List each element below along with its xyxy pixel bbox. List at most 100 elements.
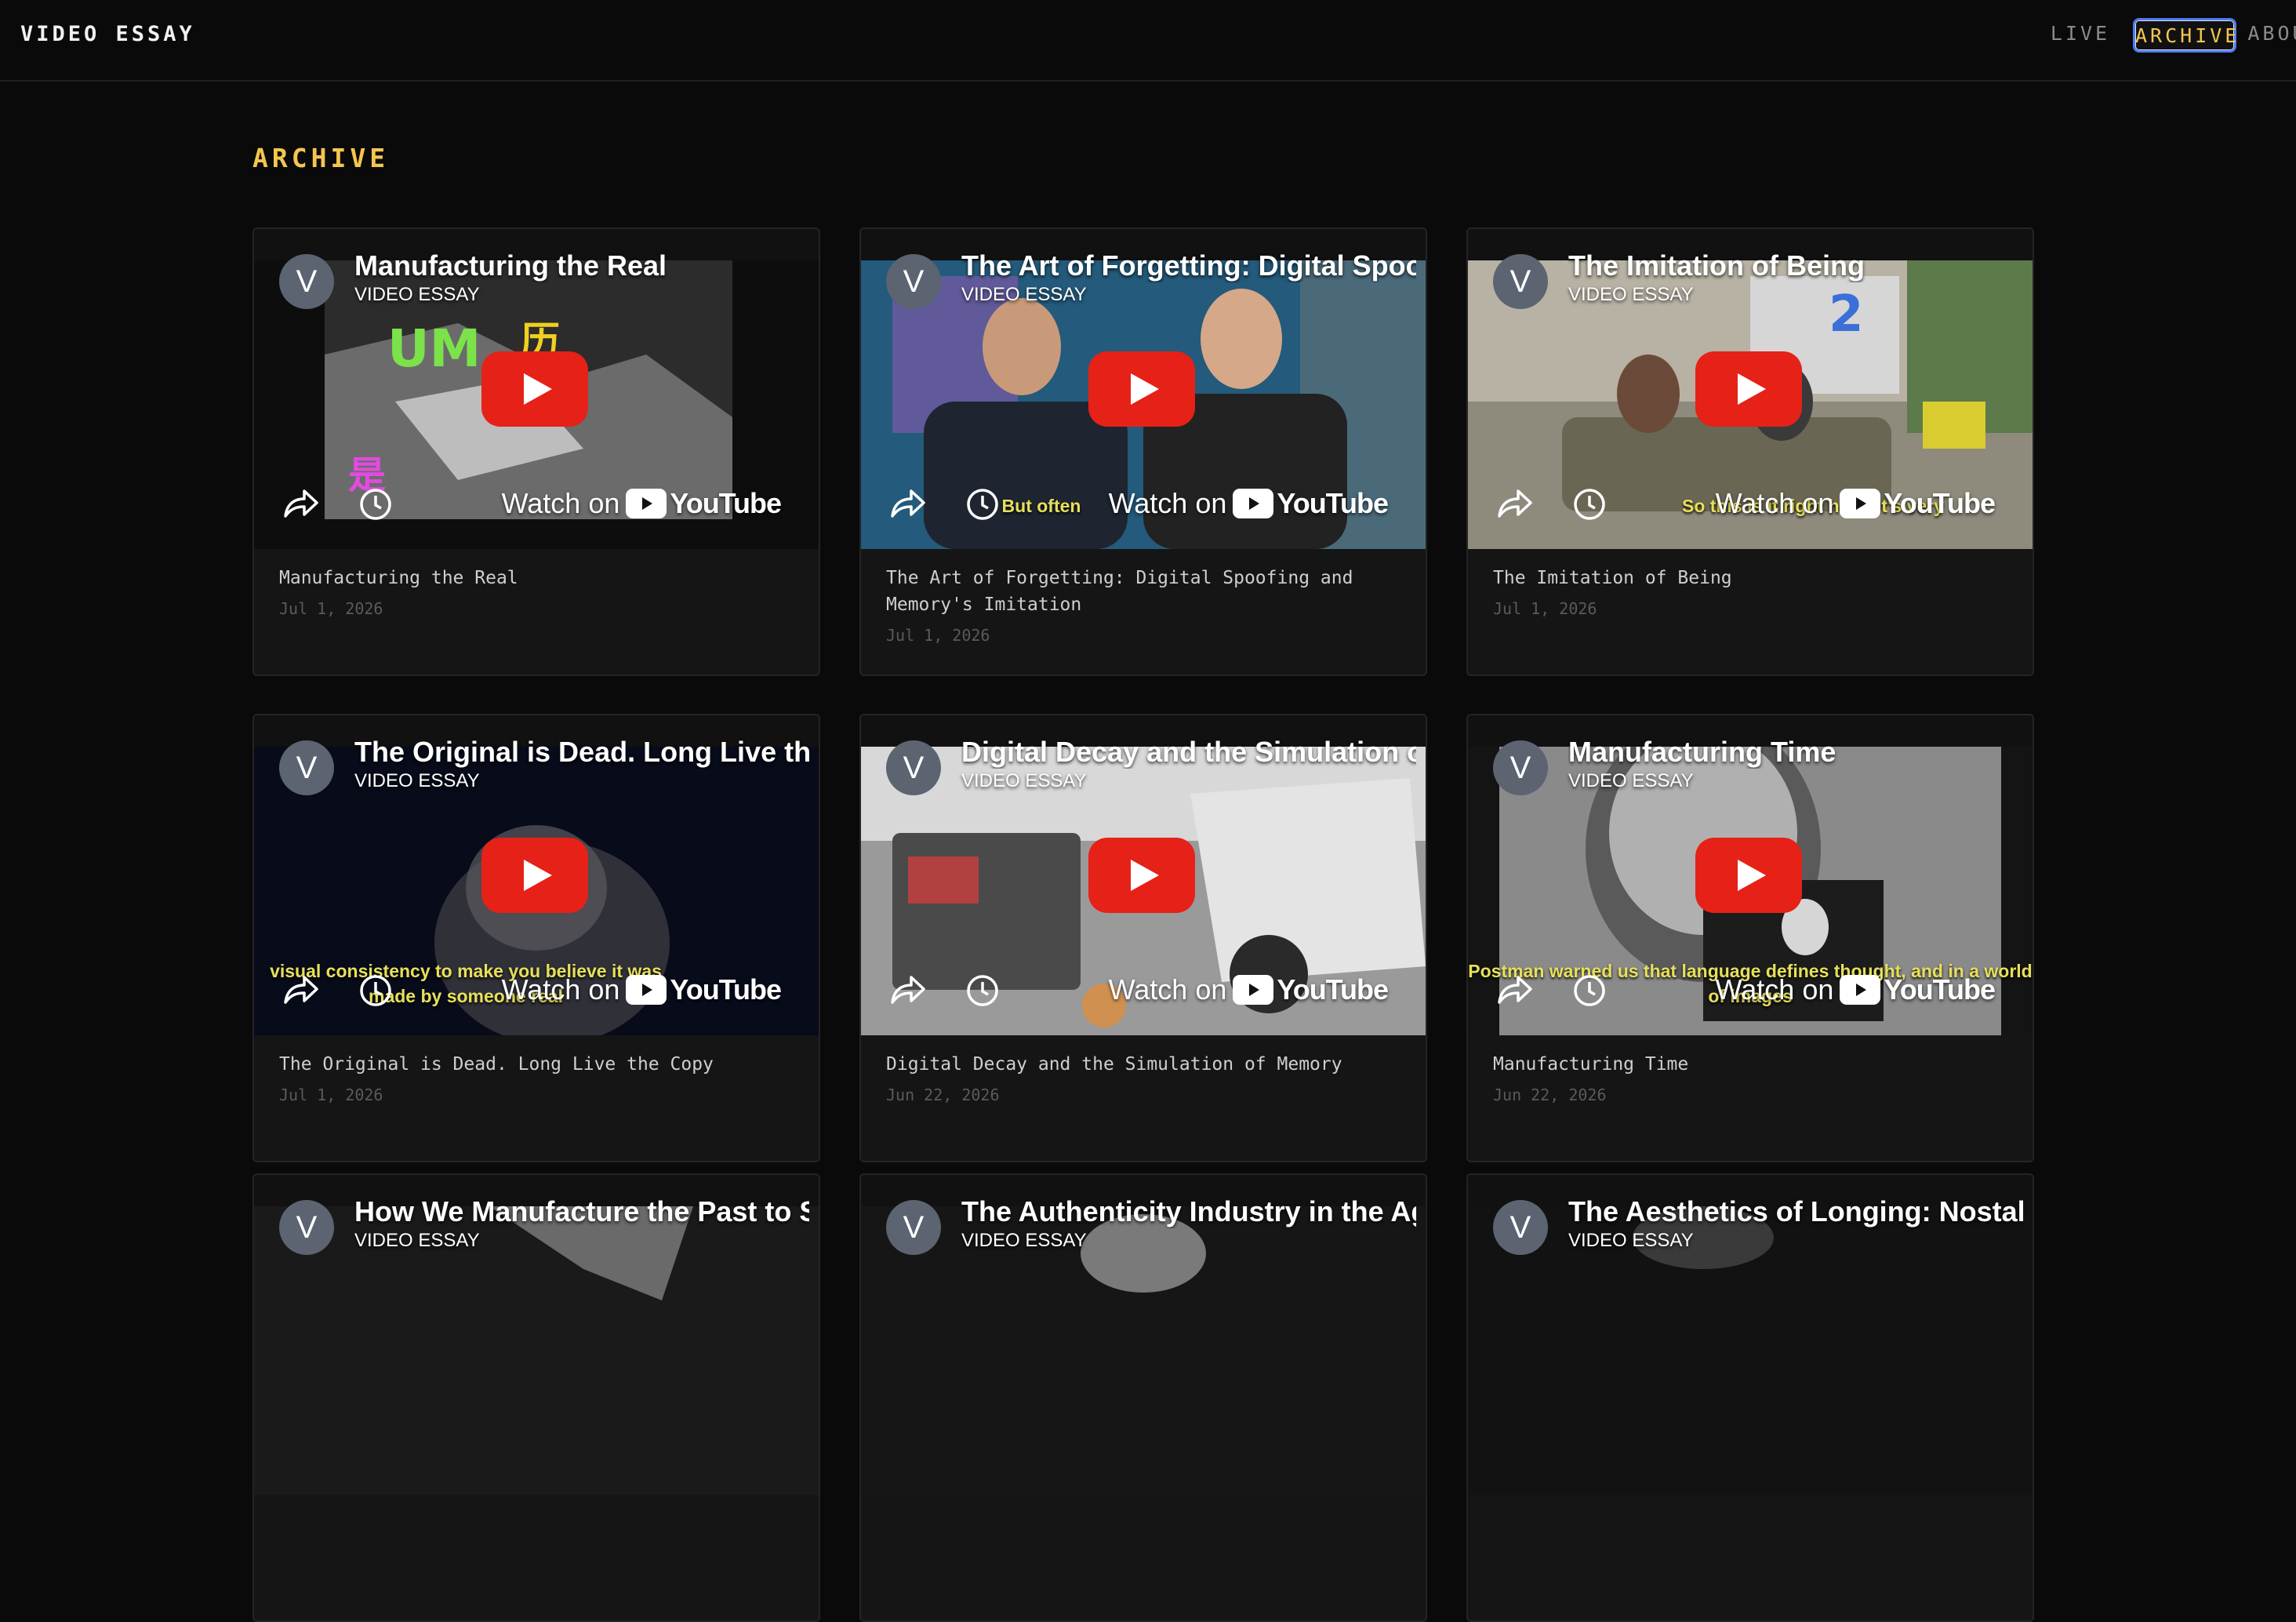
- card-body: The Art of Forgetting: Digital Spoofing …: [886, 565, 1404, 645]
- youtube-logo: YouTube: [1233, 973, 1389, 1006]
- card-title[interactable]: Manufacturing Time: [1493, 1051, 2011, 1078]
- channel-avatar[interactable]: V: [886, 740, 941, 795]
- play-icon[interactable]: [481, 351, 588, 427]
- youtube-icon: [1233, 489, 1274, 518]
- card-body: Manufacturing the Real Jul 1, 2026: [279, 565, 797, 618]
- channel-name[interactable]: VIDEO ESSAY: [1568, 770, 1694, 792]
- video-embed[interactable]: V The Authenticity Industry in the Age V…: [861, 1175, 1426, 1495]
- youtube-logo: YouTube: [626, 487, 782, 520]
- video-embed[interactable]: visual consistency to make you believe i…: [254, 715, 819, 1035]
- play-icon[interactable]: [1695, 838, 1802, 913]
- video-title[interactable]: Manufacturing Time: [1568, 736, 2023, 769]
- card-date: Jul 1, 2026: [279, 1086, 383, 1104]
- channel-name[interactable]: VIDEO ESSAY: [354, 770, 480, 792]
- watch-on-youtube-link[interactable]: Watch on YouTube: [1109, 485, 1389, 522]
- video-embed[interactable]: 2 So this is it right here, it's very V …: [1468, 229, 2033, 549]
- video-embed[interactable]: V The Aesthetics of Longing: Nostalg VID…: [1468, 1175, 2033, 1495]
- video-card[interactable]: V How We Manufacture the Past to S VIDEO…: [252, 1173, 820, 1622]
- card-date: Jul 1, 2026: [886, 626, 990, 645]
- video-card[interactable]: 2 So this is it right here, it's very V …: [1466, 227, 2034, 676]
- video-card[interactable]: UM 历 伪 是 V Manufacturing the Real VIDEO …: [252, 227, 820, 676]
- video-title[interactable]: The Original is Dead. Long Live the: [354, 736, 809, 769]
- share-icon[interactable]: [282, 974, 318, 1006]
- video-embed[interactable]: V Digital Decay and the Simulation of VI…: [861, 715, 1426, 1035]
- watch-later-icon[interactable]: [359, 974, 392, 1007]
- channel-avatar[interactable]: V: [1493, 254, 1548, 309]
- play-icon[interactable]: [1088, 351, 1195, 427]
- share-icon[interactable]: [1496, 974, 1532, 1006]
- share-icon[interactable]: [1496, 488, 1532, 519]
- watch-on-youtube-link[interactable]: Watch on YouTube: [501, 971, 782, 1009]
- card-date: Jun 22, 2026: [886, 1086, 1000, 1104]
- watch-on-label: Watch on: [501, 973, 620, 1006]
- channel-avatar[interactable]: V: [886, 254, 941, 309]
- channel-avatar[interactable]: V: [279, 1200, 334, 1255]
- watch-on-youtube-link[interactable]: Watch on YouTube: [1716, 971, 1996, 1009]
- video-title[interactable]: The Aesthetics of Longing: Nostalg: [1568, 1195, 2023, 1228]
- channel-name[interactable]: VIDEO ESSAY: [961, 1230, 1087, 1252]
- video-title[interactable]: How We Manufacture the Past to S: [354, 1195, 809, 1228]
- video-title[interactable]: The Authenticity Industry in the Age: [961, 1195, 1416, 1228]
- youtube-logo: YouTube: [1233, 487, 1389, 520]
- channel-name[interactable]: VIDEO ESSAY: [1568, 284, 1694, 306]
- video-title[interactable]: The Imitation of Being: [1568, 249, 2023, 282]
- channel-name[interactable]: VIDEO ESSAY: [354, 284, 480, 306]
- video-card[interactable]: V The Aesthetics of Longing: Nostalg VID…: [1466, 1173, 2034, 1622]
- share-icon[interactable]: [889, 488, 925, 519]
- youtube-logo: YouTube: [1840, 973, 1996, 1006]
- watch-on-youtube-link[interactable]: Watch on YouTube: [1109, 971, 1389, 1009]
- channel-name[interactable]: VIDEO ESSAY: [961, 770, 1087, 792]
- channel-avatar[interactable]: V: [886, 1200, 941, 1255]
- youtube-wordmark: YouTube: [670, 973, 782, 1006]
- watch-on-youtube-link[interactable]: Watch on YouTube: [1715, 485, 1996, 522]
- channel-avatar[interactable]: V: [1493, 740, 1548, 795]
- play-icon[interactable]: [1695, 351, 1802, 427]
- card-title[interactable]: The Original is Dead. Long Live the Copy: [279, 1051, 797, 1078]
- channel-avatar[interactable]: V: [279, 740, 334, 795]
- site-brand[interactable]: VIDEO ESSAY: [20, 20, 195, 49]
- card-title[interactable]: The Art of Forgetting: Digital Spoofing …: [886, 565, 1404, 618]
- card-title[interactable]: Digital Decay and the Simulation of Memo…: [886, 1051, 1404, 1078]
- watch-later-icon[interactable]: [359, 488, 392, 521]
- watch-later-icon[interactable]: [1573, 974, 1606, 1007]
- watch-on-youtube-link[interactable]: Watch on YouTube: [502, 485, 782, 522]
- play-icon[interactable]: [1088, 838, 1195, 913]
- youtube-icon: [626, 975, 667, 1005]
- watch-later-icon[interactable]: [966, 488, 999, 521]
- channel-name[interactable]: VIDEO ESSAY: [961, 284, 1087, 306]
- video-card[interactable]: But often V The Art of Forgetting: Digit…: [859, 227, 1427, 676]
- video-embed[interactable]: But often V The Art of Forgetting: Digit…: [861, 229, 1426, 549]
- video-embed[interactable]: UM 历 伪 是 V Manufacturing the Real VIDEO …: [254, 229, 819, 549]
- watch-later-icon[interactable]: [1573, 488, 1606, 521]
- nav-archive[interactable]: ARCHIVE: [2133, 18, 2236, 53]
- nav-about[interactable]: ABOUT: [2238, 18, 2296, 53]
- watch-on-label: Watch on: [1715, 487, 1834, 519]
- svg-text:UM: UM: [387, 318, 481, 379]
- play-icon[interactable]: [481, 838, 588, 913]
- card-title[interactable]: Manufacturing the Real: [279, 565, 797, 591]
- channel-avatar[interactable]: V: [279, 254, 334, 309]
- nav-live[interactable]: LIVE: [2037, 18, 2123, 53]
- share-icon[interactable]: [889, 974, 925, 1006]
- youtube-wordmark: YouTube: [1884, 973, 1996, 1006]
- video-card[interactable]: Postman warned us that language defines …: [1466, 714, 2034, 1162]
- video-card[interactable]: V Digital Decay and the Simulation of VI…: [859, 714, 1427, 1162]
- video-card[interactable]: V The Authenticity Industry in the Age V…: [859, 1173, 1427, 1622]
- card-body: The Imitation of Being Jul 1, 2026: [1493, 565, 2011, 618]
- video-card[interactable]: visual consistency to make you believe i…: [252, 714, 820, 1162]
- youtube-logo: YouTube: [626, 973, 782, 1006]
- channel-name[interactable]: VIDEO ESSAY: [1568, 1230, 1694, 1252]
- card-title[interactable]: The Imitation of Being: [1493, 565, 2011, 591]
- youtube-logo: YouTube: [1840, 487, 1996, 520]
- share-icon[interactable]: [282, 488, 318, 519]
- channel-name[interactable]: VIDEO ESSAY: [354, 1230, 480, 1252]
- video-title[interactable]: Digital Decay and the Simulation of: [961, 736, 1416, 769]
- video-embed[interactable]: V How We Manufacture the Past to S VIDEO…: [254, 1175, 819, 1495]
- channel-avatar[interactable]: V: [1493, 1200, 1548, 1255]
- youtube-icon: [1840, 489, 1881, 518]
- video-title[interactable]: Manufacturing the Real: [354, 249, 809, 282]
- watch-later-icon[interactable]: [966, 974, 999, 1007]
- card-body: Manufacturing Time Jun 22, 2026: [1493, 1051, 2011, 1104]
- video-title[interactable]: The Art of Forgetting: Digital Spoofi: [961, 249, 1416, 282]
- video-embed[interactable]: Postman warned us that language defines …: [1468, 715, 2033, 1035]
